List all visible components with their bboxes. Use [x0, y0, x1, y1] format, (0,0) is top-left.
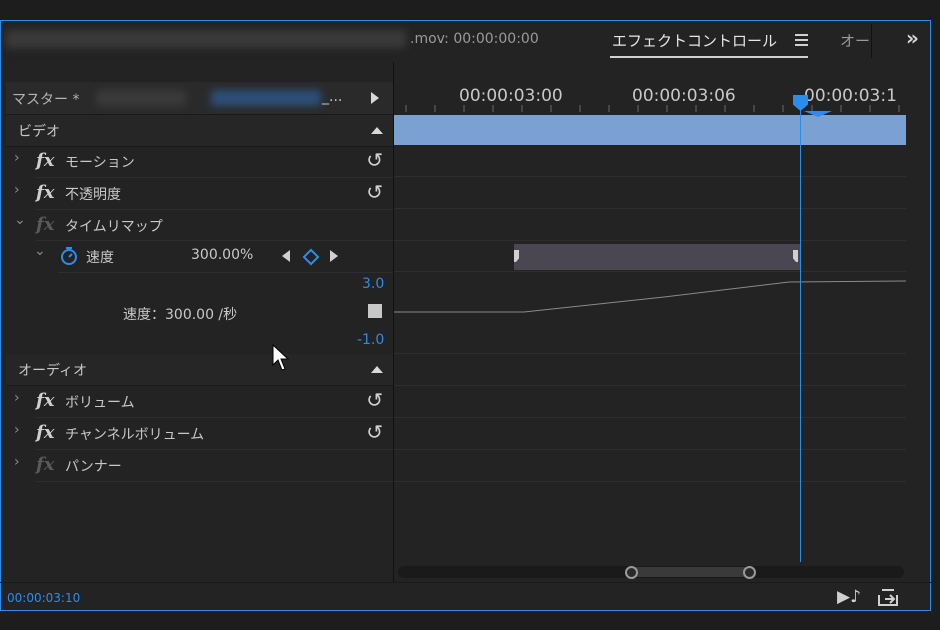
tab-separator [871, 24, 872, 58]
effect-channel-volume-label: チャンネルボリューム [65, 427, 205, 443]
chevron-right-icon[interactable]: › [14, 390, 20, 406]
chevron-right-icon[interactable]: › [14, 422, 20, 438]
effects-list: マスター * _... ビデオ › fx モーション ↺ › fx 不透明度 ↺… [6, 82, 393, 582]
chevron-right-icon[interactable]: › [14, 182, 20, 198]
footer-divider [0, 582, 931, 583]
master-clip-redacted [211, 90, 321, 106]
collapse-up-icon[interactable] [371, 366, 383, 373]
scrollbar-handle-left[interactable] [625, 566, 638, 579]
speed-keyframe-range[interactable] [514, 244, 800, 270]
speed-graph-label: 速度：300.00 /秒 [123, 307, 238, 323]
add-keyframe-icon[interactable] [302, 248, 320, 266]
effect-motion-label: モーション [65, 155, 135, 171]
play-audio-icon[interactable]: ▶♪ [837, 587, 861, 607]
section-audio-label: オーディオ [18, 363, 88, 379]
active-tab-underline [610, 56, 808, 58]
fx-icon[interactable]: fx [36, 182, 54, 203]
effect-row-volume[interactable]: › fx ボリューム ↺ [6, 386, 393, 417]
section-video-label: ビデオ [18, 124, 60, 140]
tab-next[interactable]: オー [840, 30, 870, 51]
next-keyframe-icon[interactable] [330, 250, 338, 262]
panel-header: .mov: 00:00:00:00 エフェクトコントロール オー » [0, 0, 940, 62]
fx-icon-disabled: fx [36, 454, 55, 475]
ruler-timecode-1: 00:00:03:00 [459, 86, 563, 106]
fx-icon[interactable]: fx [36, 150, 54, 171]
effect-row-motion[interactable]: › fx モーション ↺ [6, 146, 393, 177]
double-chevron-right-icon[interactable]: » [906, 26, 919, 50]
divider [394, 481, 906, 482]
graph-max-value: 3.0 [362, 276, 385, 292]
graph-square-icon[interactable] [368, 304, 382, 318]
divider [394, 353, 906, 354]
fx-icon[interactable]: fx [36, 390, 54, 411]
divider [394, 385, 906, 386]
chevron-right-icon[interactable]: › [14, 454, 20, 470]
master-clip-link[interactable]: _... [322, 89, 342, 105]
speed-label: 速度 [86, 250, 114, 266]
ruler-timecode-2: 00:00:03:06 [632, 86, 736, 106]
effect-row-panner[interactable]: › fx パンナー [6, 450, 393, 481]
divider [394, 176, 906, 177]
chevron-down-icon[interactable]: ⌄ [14, 212, 26, 228]
reset-icon[interactable]: ↺ [366, 148, 383, 172]
effect-opacity-label: 不透明度 [65, 187, 121, 203]
prev-keyframe-icon[interactable] [282, 250, 290, 262]
effect-row-opacity[interactable]: › fx 不透明度 ↺ [6, 178, 393, 209]
master-source-redacted [96, 90, 186, 106]
clip-name-redacted [6, 30, 406, 48]
fx-icon[interactable]: fx [36, 422, 54, 443]
mouse-cursor-icon [272, 344, 290, 371]
master-label: マスター * [12, 92, 80, 108]
effect-panner-label: パンナー [65, 459, 122, 475]
timeline-view: 00:00:03:00 00:00:03:06 00:00:03:1 [394, 62, 906, 582]
hamburger-icon[interactable] [795, 34, 808, 46]
clip-bar[interactable] [394, 115, 906, 145]
divider [36, 481, 393, 482]
divider [394, 417, 906, 418]
clip-name-suffix: .mov: 00:00:00:00 [410, 31, 539, 47]
master-row: マスター * _... [6, 82, 393, 115]
effect-row-channel-volume[interactable]: › fx チャンネルボリューム ↺ [6, 418, 393, 449]
reset-icon[interactable]: ↺ [366, 180, 383, 204]
divider [394, 208, 906, 209]
divider [58, 272, 393, 273]
collapse-up-icon[interactable] [371, 127, 383, 134]
scrollbar-handle-right[interactable] [743, 566, 756, 579]
speed-graph-line[interactable] [394, 272, 906, 352]
in-out-marker[interactable] [804, 111, 832, 117]
scrollbar-thumb[interactable] [626, 567, 750, 577]
effect-volume-label: ボリューム [65, 395, 135, 411]
reset-icon[interactable]: ↺ [366, 388, 383, 412]
section-video[interactable]: ビデオ [6, 115, 393, 147]
stopwatch-icon[interactable] [59, 246, 79, 266]
property-row-speed[interactable]: ⌄ 速度 300.00% [6, 241, 393, 272]
reset-icon[interactable]: ↺ [366, 420, 383, 444]
chevron-down-icon[interactable]: ⌄ [34, 243, 46, 259]
effect-time-remap-label: タイムリマップ [65, 219, 163, 235]
divider [394, 240, 906, 241]
speed-value[interactable]: 300.00% [191, 247, 253, 263]
export-icon[interactable] [877, 587, 899, 607]
chevron-right-icon[interactable]: › [14, 150, 20, 166]
playhead-line[interactable] [800, 96, 801, 562]
current-timecode[interactable]: 00:00:03:10 [7, 591, 80, 605]
ruler-timecode-3: 00:00:03:1 [804, 86, 897, 106]
play-right-icon[interactable] [371, 92, 379, 104]
section-audio[interactable]: オーディオ [6, 354, 393, 386]
effect-row-time-remap[interactable]: ⌄ fx タイムリマップ [6, 210, 393, 241]
graph-min-value: -1.0 [357, 332, 385, 348]
divider [394, 449, 906, 450]
tab-effect-controls[interactable]: エフェクトコントロール [612, 30, 777, 51]
fx-icon-disabled: fx [36, 214, 55, 235]
